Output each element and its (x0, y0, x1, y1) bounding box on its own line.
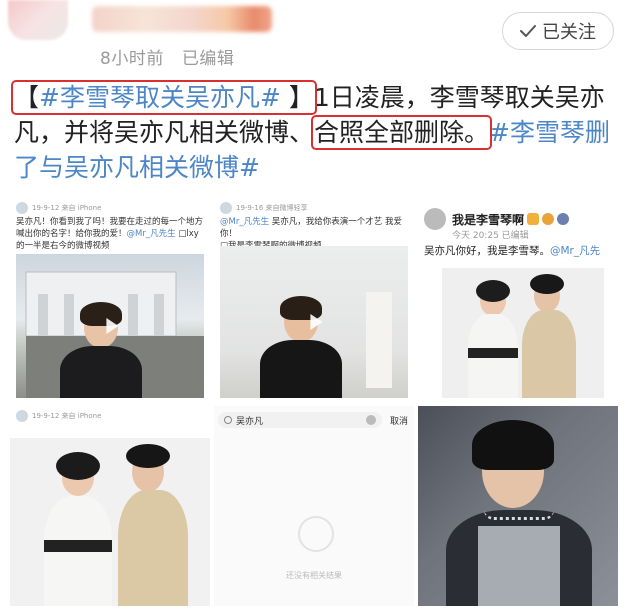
search-query: 吴亦凡 (236, 416, 264, 427)
user-avatar[interactable] (8, 0, 68, 40)
image-thumbnail-5[interactable]: 吴亦凡 取消 还没有相关结果 (214, 406, 414, 606)
mini-user-row: 我是李雪琴啊 (424, 208, 570, 230)
mini-post-header: 19-9-12 来自 iPhone (16, 202, 101, 214)
image-grid: 19-9-12 来自 iPhone 吴亦凡！你看到我了吗！我要在走过的每一个地方… (10, 198, 618, 608)
belt (44, 540, 112, 552)
room-fan (366, 292, 392, 388)
mini-post-header: 19-9-16 来自微博轻享 (220, 202, 308, 214)
image-thumbnail-2[interactable]: 19-9-16 来自微博轻享 @Mr_凡先生 吴亦凡，我给你表演一个才艺 我爱你… (214, 198, 414, 398)
video-thumbnail[interactable] (220, 246, 408, 398)
person-body (118, 490, 188, 606)
mini-post-meta: 19-9-16 来自微博轻享 (236, 204, 308, 212)
verified-badge-icon (542, 213, 555, 225)
person-body (260, 340, 342, 398)
mini-text-body: 吴亦凡你好，我是李雪琴。 (424, 245, 550, 257)
bracket-close: 】 (280, 83, 314, 112)
mini-avatar (16, 202, 28, 214)
image-thumbnail-6[interactable] (418, 406, 618, 606)
person-hair (530, 274, 564, 294)
person-hair (56, 452, 100, 480)
play-icon (310, 314, 323, 330)
follow-button-label: 已关注 (542, 22, 596, 43)
photo-two-people (10, 438, 210, 606)
mini-mention: @Mr_凡先生 (126, 229, 176, 239)
person-hair (126, 444, 170, 468)
play-icon (106, 318, 119, 334)
mini-post-meta: 19-9-12 来自 iPhone (32, 204, 102, 212)
mini-post-meta: 19-9-12 来自 iPhone (32, 412, 102, 420)
video-thumbnail[interactable] (16, 254, 204, 398)
highlighted-topic: 【#李雪琴取关吴亦凡# 】 (11, 80, 317, 115)
post-body: 【#李雪琴取关吴亦凡# 】1日凌晨，李雪琴取关吴亦凡，并将吴亦凡相关微博、合照全… (11, 80, 620, 185)
bracket-open: 【 (14, 83, 40, 112)
mini-avatar (424, 208, 446, 230)
necklace (484, 510, 554, 520)
mini-post-text: 吴亦凡！你看到我了吗！我要在走过的每一个地方喊出你的名字！给你我的爱！@Mr_凡… (16, 216, 204, 252)
mini-mention: @Mr_凡先 (550, 245, 601, 257)
cancel-button[interactable]: 取消 (390, 414, 408, 427)
highlighted-phrase: 合照全部删除。 (311, 115, 493, 150)
search-icon (224, 416, 232, 424)
image-thumbnail-3[interactable]: 我是李雪琴啊 今天 20:25 已编辑 吴亦凡你好，我是李雪琴。@Mr_凡先 (418, 198, 618, 398)
follow-button[interactable]: 已关注 (502, 12, 614, 50)
checkmark-icon (520, 25, 536, 37)
person-body (60, 346, 142, 398)
person-hair (476, 280, 510, 302)
post-meta: 8小时前 已编辑 (100, 44, 234, 69)
level-badge-icon (557, 213, 570, 225)
image-thumbnail-4[interactable]: 19-9-12 来自 iPhone (10, 406, 210, 606)
photo-two-people (442, 268, 604, 398)
empty-result-text: 还没有相关结果 (286, 571, 342, 580)
vip-badge-icon (527, 213, 540, 225)
mini-post-header: 19-9-12 来自 iPhone (16, 410, 101, 422)
mini-post-time: 今天 20:25 已编辑 (452, 231, 529, 241)
belt (468, 348, 518, 358)
mini-avatar (16, 410, 28, 422)
edited-label: 已编辑 (181, 49, 235, 69)
mini-post-text: 吴亦凡你好，我是李雪琴。@Mr_凡先 (424, 243, 600, 258)
hashtag-link-1[interactable]: #李雪琴取关吴亦凡# (39, 83, 281, 112)
username-blurred[interactable] (92, 6, 272, 32)
mini-mention: @Mr_凡先生 (220, 217, 270, 227)
image-thumbnail-1[interactable]: 19-9-12 来自 iPhone 吴亦凡！你看到我了吗！我要在走过的每一个地方… (10, 198, 210, 398)
person-hair (472, 420, 554, 470)
mini-avatar (220, 202, 232, 214)
vest (478, 526, 560, 606)
post-time: 8小时前 (100, 49, 164, 69)
mini-username: 我是李雪琴啊 (452, 212, 525, 227)
search-bar[interactable]: 吴亦凡 (218, 412, 382, 428)
person-body (522, 310, 576, 398)
clear-icon[interactable] (366, 415, 376, 425)
empty-search-icon (298, 516, 334, 552)
